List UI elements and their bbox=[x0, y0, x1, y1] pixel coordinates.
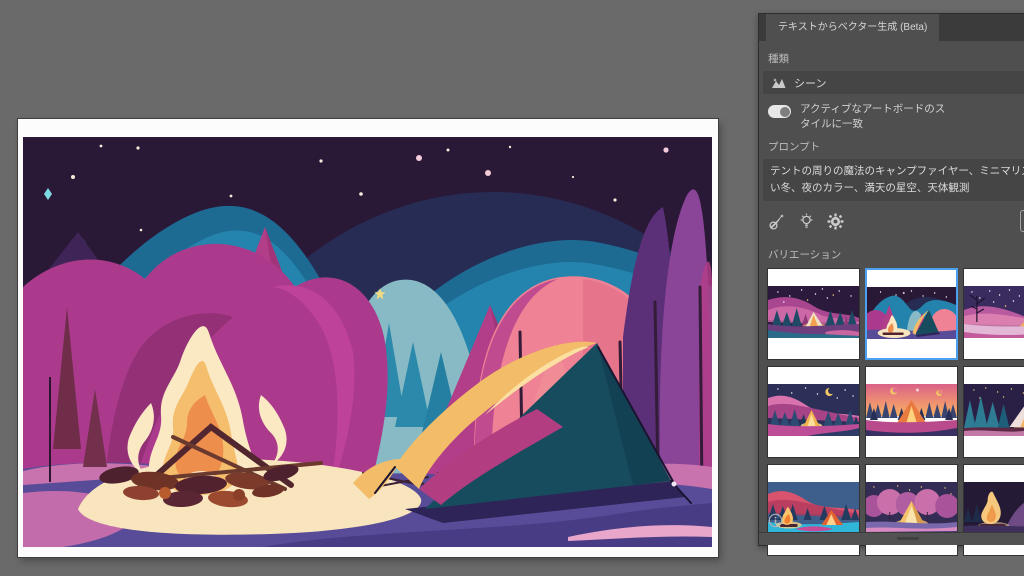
illustrator-workspace: { "window": { "canvas_background": "#6A6… bbox=[0, 0, 1024, 576]
resize-grip bbox=[897, 537, 919, 540]
type-select[interactable]: シーン bbox=[763, 71, 1024, 94]
variation-9-art bbox=[964, 482, 1024, 534]
variation-3-art bbox=[964, 286, 1024, 338]
panel-body: 種類 シーン アクティブなアートボードのス タイルに一致 プロンプト テントの周… bbox=[759, 41, 1024, 556]
variations-label: バリエーション bbox=[768, 247, 1024, 262]
prompt-text-line2: い冬、夜のカラー、満天の星空、天体観測 bbox=[770, 180, 1024, 196]
prompt-label: プロンプト bbox=[768, 139, 1024, 154]
lightbulb-icon[interactable] bbox=[798, 213, 815, 230]
text-to-vector-panel: テキストからベクター生成 (Beta) 種類 シーン アクティブなアートボードの… bbox=[758, 13, 1024, 546]
gear-icon[interactable] bbox=[827, 213, 844, 230]
variation-thumbnail-3[interactable] bbox=[963, 268, 1024, 360]
variation-thumbnail-4[interactable] bbox=[767, 366, 860, 458]
type-label: 種類 bbox=[768, 51, 1024, 66]
variation-2-art bbox=[867, 287, 956, 339]
tab-text-to-vector[interactable]: テキストからベクター生成 (Beta) bbox=[766, 14, 939, 41]
match-artboard-toggle[interactable] bbox=[768, 105, 791, 118]
scene-icon bbox=[771, 76, 786, 89]
type-select-value: シーン bbox=[794, 75, 826, 91]
variation-1-art bbox=[768, 286, 859, 338]
variation-8-art bbox=[866, 482, 957, 534]
variation-thumbnail-2[interactable] bbox=[865, 268, 958, 360]
prompt-text-line1: テントの周りの魔法のキャンプファイヤー、ミニマリズム、 bbox=[770, 163, 1024, 179]
variation-5-art bbox=[866, 384, 957, 436]
generated-vector-artwork[interactable] bbox=[23, 137, 712, 547]
match-artboard-row: アクティブなアートボードのス タイルに一致 bbox=[768, 102, 1024, 131]
variation-thumbnail-6[interactable] bbox=[963, 366, 1024, 458]
match-artboard-label: アクティブなアートボードのス タイルに一致 bbox=[800, 102, 970, 131]
generative-brush-icon[interactable] bbox=[768, 213, 786, 230]
panel-resize-bar[interactable] bbox=[759, 532, 1024, 545]
variation-thumbnail-1[interactable] bbox=[767, 268, 860, 360]
info-button[interactable] bbox=[768, 513, 783, 528]
camp-scene-illustration bbox=[23, 137, 712, 547]
variation-4-art bbox=[768, 384, 859, 436]
toggle-knob bbox=[780, 107, 790, 117]
artboard[interactable] bbox=[18, 119, 718, 557]
generate-button[interactable]: 生成 bbox=[1020, 210, 1024, 232]
prompt-input[interactable]: テントの周りの魔法のキャンプファイヤー、ミニマリズム、 い冬、夜のカラー、満天の… bbox=[763, 159, 1024, 201]
panel-tabbar: テキストからベクター生成 (Beta) bbox=[759, 14, 1024, 41]
action-row: 生成 bbox=[767, 209, 1024, 239]
variations-grid bbox=[767, 268, 1024, 556]
variation-6-art bbox=[964, 384, 1024, 436]
info-icon bbox=[768, 513, 783, 528]
variation-thumbnail-5[interactable] bbox=[865, 366, 958, 458]
